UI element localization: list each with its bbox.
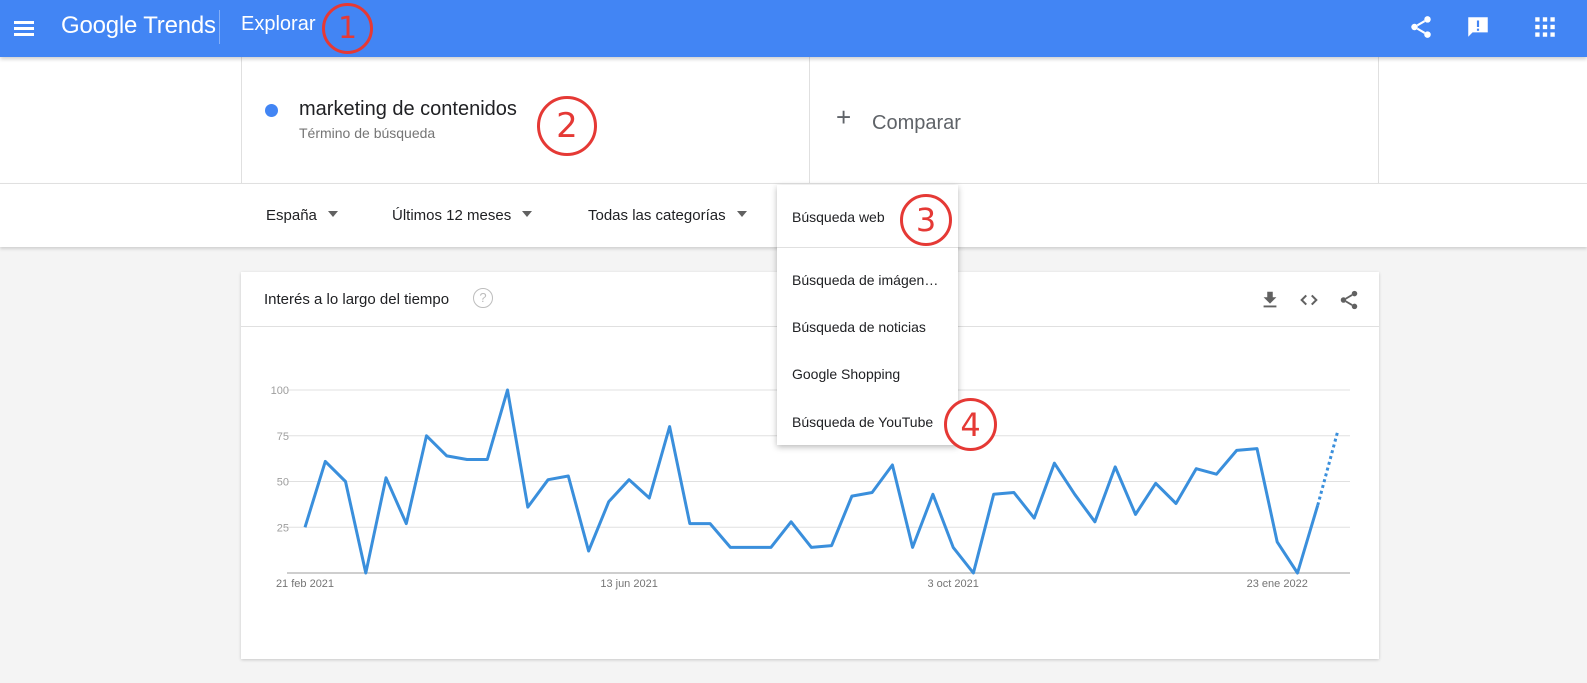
search-term-name[interactable]: marketing de contenidos <box>299 98 517 121</box>
google-trends-logo[interactable]: Google Trends <box>61 12 216 40</box>
menu-item-youtube-search[interactable]: Búsqueda de YouTube <box>792 414 933 430</box>
annotation-badge-2: 2 <box>537 96 597 156</box>
chevron-down-icon <box>736 211 747 217</box>
time-range-filter[interactable]: Últimos 12 meses <box>392 207 533 224</box>
search-term-type: Término de búsqueda <box>299 125 436 141</box>
compare-card[interactable]: + Comparar <box>810 57 1379 183</box>
menu-divider <box>777 247 958 248</box>
menu-icon[interactable] <box>12 15 38 41</box>
search-term-card[interactable]: marketing de contenidos Término de búsqu… <box>241 57 810 183</box>
time-range-filter-label: Últimos 12 meses <box>392 207 512 224</box>
annotation-badge-3: 3 <box>900 194 952 246</box>
header-divider <box>219 10 220 44</box>
chevron-down-icon <box>522 211 533 217</box>
y-tick-label: 75 <box>277 431 289 443</box>
apps-icon[interactable] <box>1532 14 1558 40</box>
x-tick-label: 21 feb 2021 <box>276 578 334 590</box>
compare-button[interactable]: Comparar <box>872 112 961 135</box>
x-tick-label: 3 oct 2021 <box>927 578 978 590</box>
y-tick-label: 50 <box>277 477 289 489</box>
y-tick-label: 100 <box>271 385 289 397</box>
menu-item-image-search[interactable]: Búsqueda de imágen… <box>792 272 938 288</box>
region-filter[interactable]: España <box>266 207 338 224</box>
partial-data-segment <box>1316 429 1340 506</box>
feedback-icon[interactable] <box>1465 14 1491 40</box>
page-title: Explorar <box>241 13 316 35</box>
category-filter[interactable]: Todas las categorías <box>588 207 747 224</box>
region-filter-label: España <box>266 207 317 224</box>
menu-item-web-search[interactable]: Búsqueda web <box>792 209 885 225</box>
x-tick-label: 13 jun 2021 <box>600 578 658 590</box>
search-terms-bar: marketing de contenidos Término de búsqu… <box>0 57 1587 183</box>
top-app-bar: Google Trends Explorar <box>0 0 1587 57</box>
menu-item-news-search[interactable]: Búsqueda de noticias <box>792 319 926 335</box>
annotation-badge-1: 1 <box>322 3 373 54</box>
share-icon[interactable] <box>1408 14 1434 40</box>
term-color-dot <box>265 104 278 117</box>
menu-item-google-shopping[interactable]: Google Shopping <box>792 366 900 382</box>
annotation-badge-4: 4 <box>944 398 997 451</box>
y-tick-label: 25 <box>277 522 289 534</box>
chevron-down-icon <box>327 211 338 217</box>
category-filter-label: Todas las categorías <box>588 207 726 224</box>
add-icon: + <box>836 102 852 132</box>
x-tick-label: 23 ene 2022 <box>1247 578 1308 590</box>
